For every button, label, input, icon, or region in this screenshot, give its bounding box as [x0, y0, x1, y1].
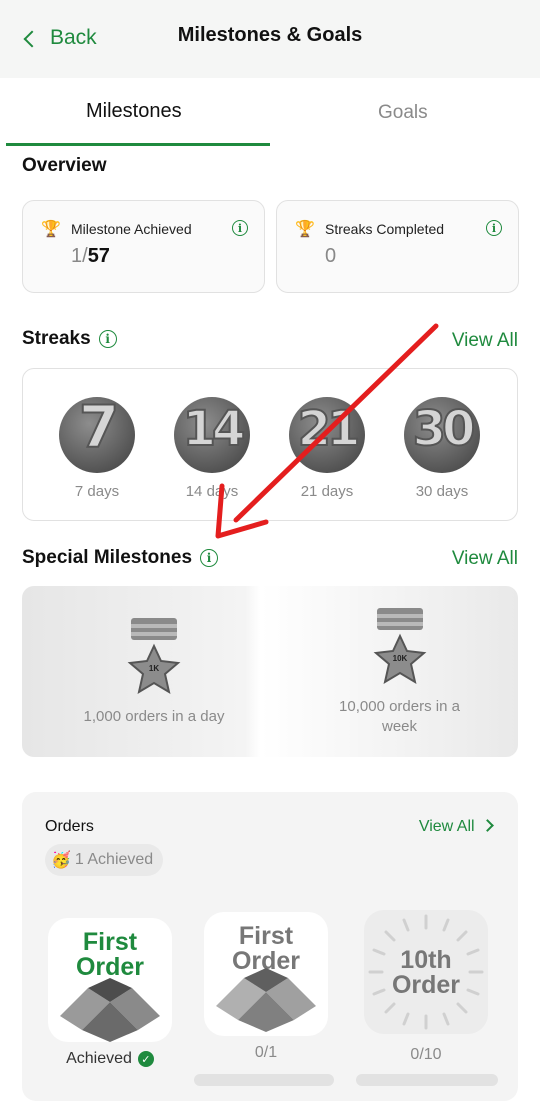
app-header: Back Milestones & Goals — [0, 0, 540, 78]
milestone-achieved-label: Milestone Achieved — [71, 221, 192, 237]
info-icon[interactable]: i — [98, 330, 117, 348]
streak-number: 30 — [412, 400, 477, 458]
overview-title-text: Overview — [22, 155, 107, 176]
streak-badge-icon: 21 — [289, 397, 365, 473]
milestone-achieved-count: 1 — [71, 245, 83, 267]
tab-goals[interactable]: Goals — [378, 102, 428, 124]
streak-number: 21 — [297, 400, 362, 458]
info-icon[interactable]: i — [200, 549, 219, 567]
streak-number: 7 — [78, 397, 120, 462]
active-tab-indicator — [6, 143, 270, 146]
order-tile: First Order — [48, 918, 172, 1042]
special-milestone-label: 10,000 orders in a week — [339, 698, 460, 735]
open-box-icon — [216, 968, 316, 1032]
special-milestones-card: 1K 1,000 orders in a day 10K 10,000 orde… — [22, 586, 518, 757]
streak-7-days[interactable]: 7 7 days — [47, 397, 147, 500]
medal-icon: 10K — [373, 608, 426, 685]
overview-title: Overview — [22, 155, 107, 177]
progress-bar — [194, 1074, 334, 1086]
streak-label: 30 days — [415, 483, 469, 500]
streaks-completed-card[interactable]: 🏆 Streaks Completed i 0 — [276, 200, 519, 293]
chevron-right-icon — [481, 819, 494, 832]
special-milestones-view-all-link[interactable]: View All — [452, 548, 518, 570]
open-box-icon — [60, 978, 160, 1042]
streaks-title-text: Streaks — [22, 328, 91, 349]
progress-bar — [356, 1074, 498, 1086]
streak-label: 21 days — [300, 483, 354, 500]
orders-title: Orders — [45, 818, 94, 835]
streak-label: 14 days — [185, 483, 239, 500]
orders-view-all-link[interactable]: View All — [418, 818, 494, 836]
milestone-total-count: 57 — [87, 245, 110, 267]
streak-badge-icon: 7 — [59, 397, 135, 473]
order-status: Achieved ✓ — [48, 1050, 172, 1068]
milestone-achieved-value: 1/57 — [71, 245, 110, 268]
streaks-completed-label: Streaks Completed — [325, 221, 445, 237]
check-icon: ✓ — [137, 1051, 154, 1067]
info-icon[interactable]: i — [486, 220, 502, 236]
tab-milestones[interactable]: Milestones — [86, 100, 182, 123]
achieved-count-badge: 🥳 1 Achieved — [45, 844, 164, 876]
order-tile: First Order — [204, 912, 328, 1036]
streak-30-days[interactable]: 30 30 days — [392, 397, 492, 500]
special-milestones-title-text: Special Milestones — [22, 547, 193, 568]
order-status-text: Achieved — [66, 1050, 132, 1067]
special-milestone-10k[interactable]: 10K 10,000 orders in a week — [322, 606, 477, 737]
orders-view-all-label: View All — [418, 818, 475, 835]
order-milestone-first-order-achieved[interactable]: First Order Achieved ✓ — [48, 918, 172, 1068]
streaks-title: Streaks i — [22, 328, 117, 350]
achieved-count-label: 1 Achieved — [74, 851, 154, 868]
trophy-icon: 🏆 — [295, 221, 315, 238]
page-title: Milestones & Goals — [177, 24, 363, 46]
medal-badge-text: 10K — [392, 654, 407, 663]
order-status-text: 0/10 — [410, 1046, 442, 1063]
streak-number: 14 — [182, 400, 247, 458]
tab-bar: Milestones Goals — [0, 78, 540, 148]
order-tile: 10th Order — [364, 910, 488, 1034]
streaks-card: 7 7 days 14 14 days 21 21 days 30 30 day… — [22, 368, 518, 521]
trophy-icon: 🏆 — [41, 221, 61, 238]
medal-badge-text: 1K — [149, 664, 159, 673]
special-milestone-1k[interactable]: 1K 1,000 orders in a day — [44, 616, 264, 727]
streaks-completed-value: 0 — [325, 245, 337, 267]
order-milestone-10th-order[interactable]: 10th Order 0/10 — [364, 910, 488, 1064]
special-milestone-label: 1,000 orders in a day — [83, 708, 225, 725]
medal-icon: 1K — [127, 618, 181, 695]
order-milestone-first-order[interactable]: First Order 0/1 — [204, 912, 328, 1062]
party-face-icon: 🥳 — [51, 852, 71, 869]
streak-21-days[interactable]: 21 21 days — [277, 397, 377, 500]
orders-card: Orders View All 🥳 1 Achieved First Order… — [22, 792, 518, 1101]
streak-badge-icon: 30 — [404, 397, 480, 473]
streak-label: 7 days — [74, 483, 120, 500]
special-milestones-title: Special Milestones i — [22, 547, 219, 569]
streaks-view-all-link[interactable]: View All — [452, 330, 518, 352]
info-icon[interactable]: i — [232, 220, 248, 236]
milestone-achieved-card[interactable]: 🏆 Milestone Achieved i 1/57 — [22, 200, 265, 293]
order-status-text: 0/1 — [254, 1044, 278, 1061]
streak-badge-icon: 14 — [174, 397, 250, 473]
order-tile-text: 10th Order — [391, 946, 461, 999]
streak-14-days[interactable]: 14 14 days — [162, 397, 262, 500]
